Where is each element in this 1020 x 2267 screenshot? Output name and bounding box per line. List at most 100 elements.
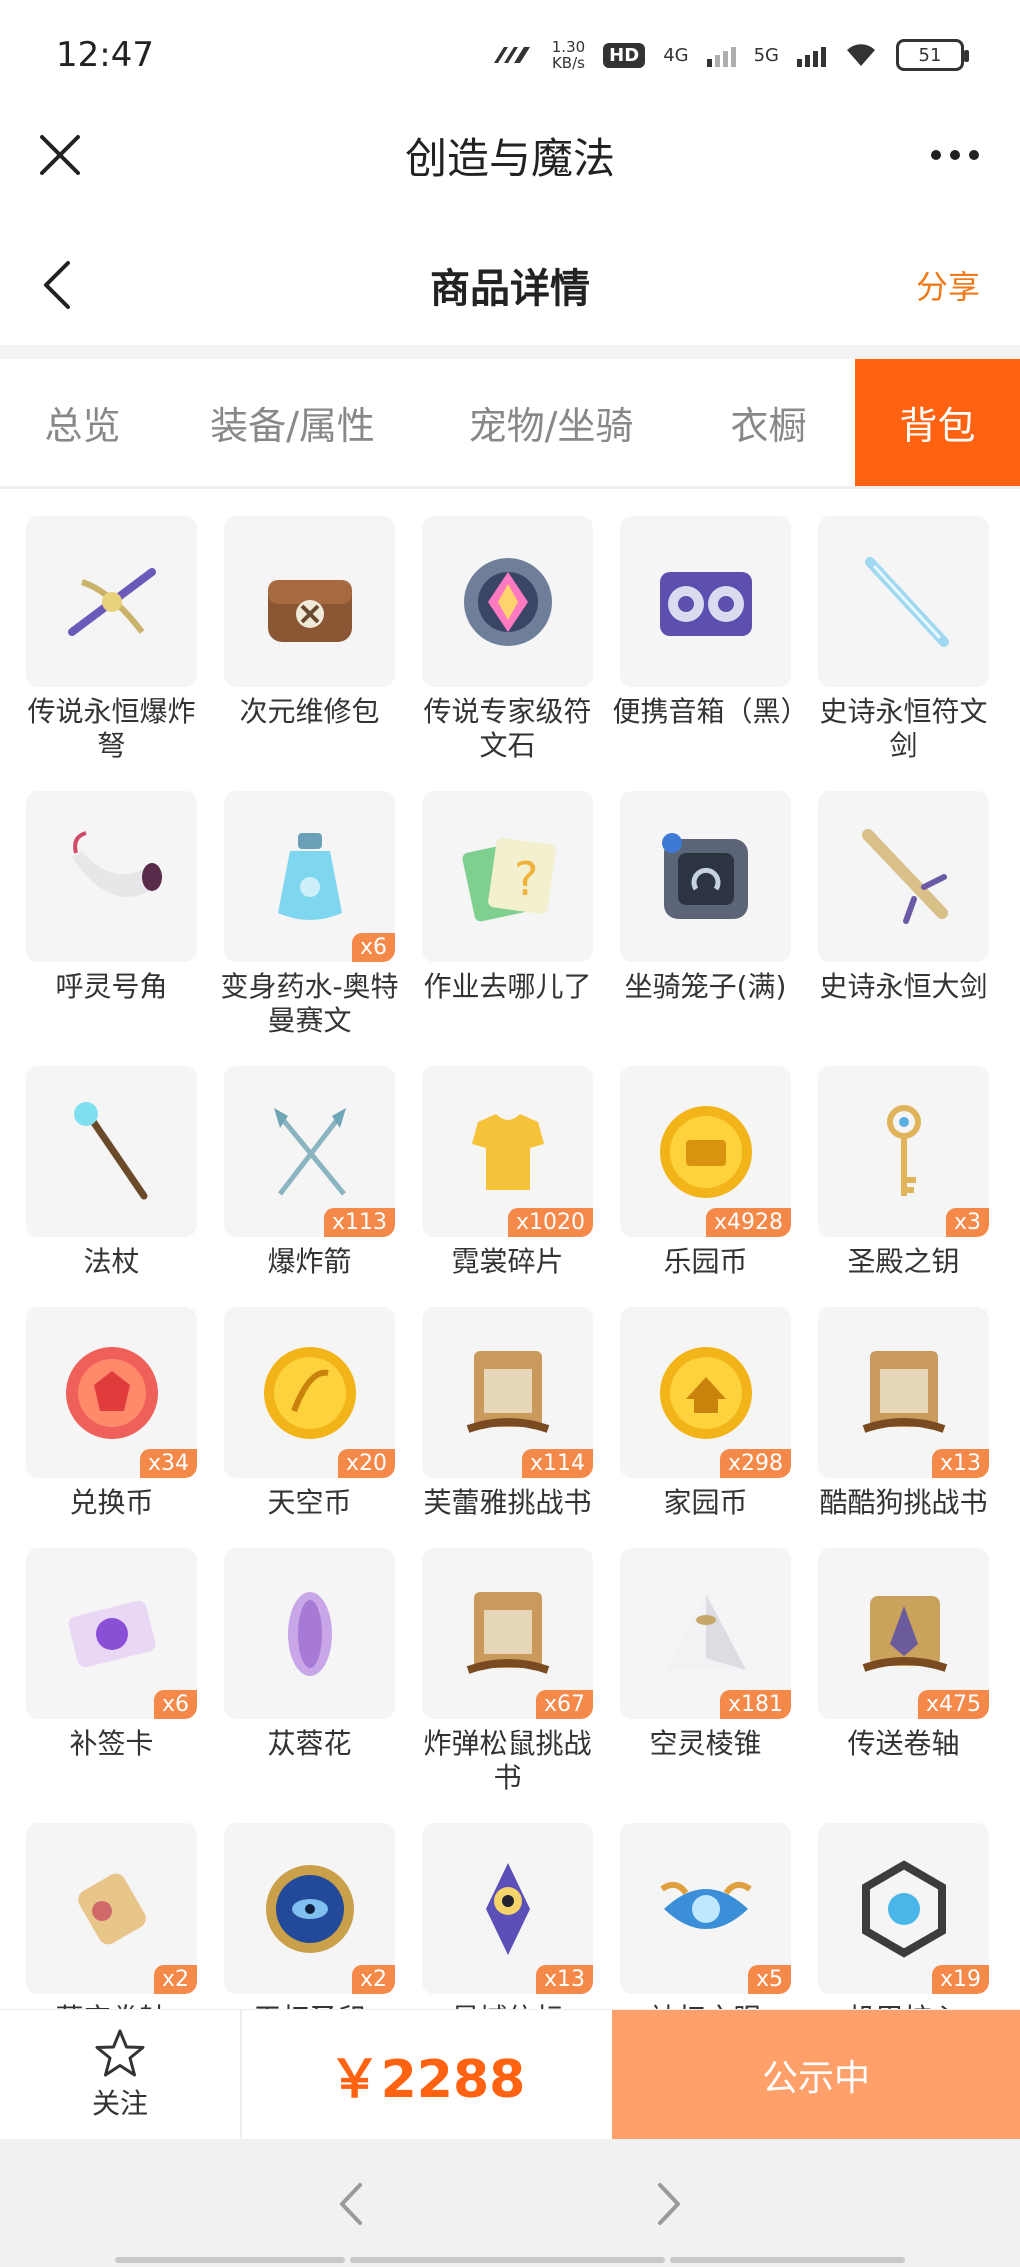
item-name: 圣殿之钥 [847, 1245, 960, 1278]
backpack-item[interactable]: 苁蓉花 [224, 1548, 395, 1795]
item-name: 芙蕾雅挑战书 [423, 1486, 592, 1519]
backpack-item[interactable]: x4928 乐园币 [620, 1066, 791, 1279]
teleport-scroll-icon [862, 1595, 947, 1672]
pyramid-icon [665, 1593, 746, 1670]
wanted-scroll-icon [466, 1591, 549, 1674]
item-quantity-badge: x2 [153, 1965, 197, 1994]
item-thumbnail: x6 [26, 1548, 197, 1719]
backpack-item[interactable]: x475 传送卷轴 [818, 1548, 989, 1795]
action-bar: 关注 ￥2288 公示中 [0, 2009, 1020, 2139]
backpack-item[interactable]: 法杖 [26, 1066, 197, 1279]
backpack-item[interactable]: 传说永恒爆炸弩 [26, 516, 197, 763]
sim2-label: 5G [753, 44, 779, 66]
close-button[interactable] [30, 125, 90, 185]
follow-button[interactable]: 关注 [0, 2010, 242, 2139]
backpack-item[interactable]: x1020 霓裳碎片 [422, 1066, 593, 1279]
home-indicator-middle [350, 2257, 665, 2263]
nav-forward-icon[interactable] [650, 2179, 690, 2229]
item-name: 作业去哪儿了 [423, 970, 592, 1003]
item-name: 炸弹松鼠挑战书 [423, 1727, 592, 1794]
repair-bag-icon [267, 579, 352, 642]
item-name: 爆炸箭 [267, 1245, 352, 1278]
rune-stone-icon [463, 557, 552, 646]
item-quantity-badge: x181 [719, 1690, 791, 1719]
greatsword-icon [861, 828, 948, 924]
backpack-item[interactable]: x2藏宝卷轴 [26, 1823, 197, 2009]
backpack-item[interactable]: 呼灵号角 [26, 791, 197, 1038]
item-quantity-badge: x298 [719, 1449, 791, 1478]
backpack-item[interactable]: 史诗永恒大剑 [818, 791, 989, 1038]
tab-bar: 总览 装备/属性 宠物/坐骑 衣橱 背包 [0, 359, 1020, 489]
item-quantity-badge: x2 [351, 1965, 395, 1994]
item-row: x34 兑换币 x20 天空币 x114 芙蕾雅挑战书 x298 家园币 x13 酷酷狗挑战书 [26, 1307, 994, 1520]
backpack-item[interactable]: 坐骑笼子(满) [620, 791, 791, 1038]
backpack-item[interactable]: x6 变身药水-奥特曼赛文 [220, 791, 399, 1038]
backpack-item[interactable]: x113 爆炸箭 [224, 1066, 395, 1279]
backpack-item[interactable]: x13 酷酷狗挑战书 [818, 1307, 989, 1520]
backpack-item[interactable]: 史诗永恒符文剑 [818, 516, 989, 763]
wanted-scroll-icon [862, 1350, 945, 1433]
item-thumbnail: x13 [422, 1823, 593, 1994]
net-speed-unit: KB/s [551, 54, 585, 72]
item-quantity-badge: x13 [931, 1449, 989, 1478]
backpack-item[interactable]: x2天权圣印 [224, 1823, 395, 2009]
backpack-item[interactable]: 传说专家级符文石 [422, 516, 593, 763]
home-indicator-right [670, 2257, 905, 2263]
item-name: 补签卡 [69, 1727, 154, 1760]
backpack-grid: 传说永恒爆炸弩 次元维修包 传说专家级符文石 便携音箱（黑） 史诗永恒符文剑 呼灵号角 x6… [0, 489, 1020, 2009]
tab-equipment[interactable]: 装备/属性 [165, 359, 420, 486]
horn-icon [71, 830, 162, 897]
page-header: 商品详情 分享 [0, 230, 1020, 340]
homework-icon: ? [461, 837, 556, 921]
more-button[interactable] [920, 125, 990, 185]
battery-icon: 51 [896, 39, 969, 71]
nav-back-icon[interactable] [330, 2179, 370, 2229]
page-title: 商品详情 [430, 266, 590, 312]
beacon-icon [485, 1862, 530, 1955]
hd-badge: HD [603, 42, 646, 68]
item-name: 苁蓉花 [267, 1727, 352, 1760]
chevron-left-icon [44, 261, 70, 309]
tab-wardrobe[interactable]: 衣橱 [682, 359, 855, 486]
backpack-item[interactable]: x114 芙蕾雅挑战书 [422, 1307, 593, 1520]
tab-overview[interactable]: 总览 [0, 359, 165, 486]
backpack-item[interactable]: x3 圣殿之钥 [818, 1066, 989, 1279]
star-icon [95, 2029, 145, 2076]
item-thumbnail [620, 516, 791, 687]
app-bar: 创造与魔法 [0, 110, 1020, 200]
tab-pets-mounts[interactable]: 宠物/坐骑 [420, 359, 682, 486]
tab-backpack[interactable]: 背包 [855, 359, 1020, 486]
publicity-status-button[interactable]: 公示中 [612, 2010, 1020, 2139]
backpack-item[interactable]: x6 补签卡 [26, 1548, 197, 1795]
item-name: 天空币 [267, 1486, 352, 1519]
backpack-item[interactable]: 次元维修包 [224, 516, 395, 763]
backpack-item[interactable]: x298 家园币 [620, 1307, 791, 1520]
backpack-item[interactable]: x5神权之眼 [620, 1823, 791, 2009]
backpack-item[interactable]: ? 作业去哪儿了 [422, 791, 593, 1038]
item-thumbnail: x5 [620, 1823, 791, 1994]
share-link[interactable]: 分享 [916, 262, 980, 308]
backpack-item[interactable]: x13星域信标 [422, 1823, 593, 2009]
item-quantity-badge: x6 [153, 1690, 197, 1719]
item-name: 史诗永恒大剑 [819, 970, 988, 1003]
item-thumbnail: x114 [422, 1307, 593, 1478]
paradise-coin-icon [659, 1105, 752, 1198]
back-button[interactable] [40, 255, 100, 315]
treasure-scroll-icon [77, 1873, 146, 1944]
backpack-item[interactable]: x19机甲核心 [818, 1823, 989, 2009]
backpack-item[interactable]: x34 兑换币 [26, 1307, 197, 1520]
item-thumbnail: x13 [818, 1307, 989, 1478]
arrow-icon [273, 1107, 346, 1196]
price-box: ￥2288 [242, 2010, 612, 2139]
item-thumbnail: x475 [818, 1548, 989, 1719]
item-quantity-badge: x4928 [705, 1208, 791, 1237]
item-name: 便携音箱（黑） [612, 695, 809, 728]
price: ￥2288 [328, 2050, 526, 2110]
backpack-item[interactable]: 便携音箱（黑） [613, 516, 809, 763]
backpack-item[interactable]: x20 天空币 [224, 1307, 395, 1520]
backpack-item[interactable]: x181 空灵棱锥 [620, 1548, 791, 1795]
home-indicator-left [115, 2257, 345, 2263]
item-thumbnail [818, 791, 989, 962]
backpack-item[interactable]: x67 炸弹松鼠挑战书 [422, 1548, 593, 1795]
item-name: 酷酷狗挑战书 [819, 1486, 988, 1519]
